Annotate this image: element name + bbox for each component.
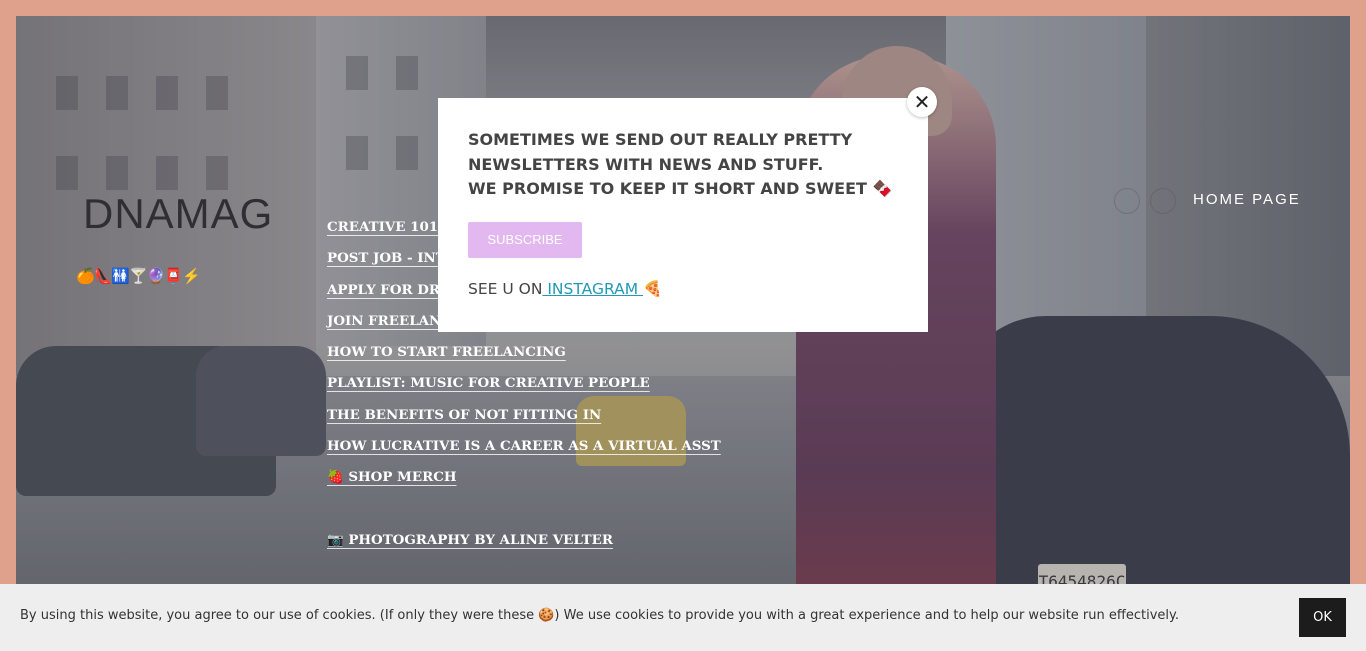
instagram-link[interactable]: INSTAGRAM [542, 280, 643, 298]
prev-arrow-icon[interactable] [1114, 188, 1140, 214]
site-logo[interactable]: DNAMAG [83, 190, 273, 238]
cookie-text: By using this website, you agree to our … [20, 608, 1179, 623]
newsletter-popup: SOMETIMES WE SEND OUT REALLY PRETTY NEWS… [438, 98, 928, 332]
emoji-row: 🍊👠🚻🍸🔮📮⚡ [76, 268, 201, 285]
popup-line-2: NEWSLETTERS WITH NEWS AND STUFF. [468, 154, 824, 174]
subscribe-button[interactable]: SUBSCRIBE [468, 221, 582, 258]
nav-link-virtual-asst[interactable]: HOW LUCRATIVE IS A CAREER AS A VIRTUAL A… [327, 431, 721, 462]
home-page-link[interactable]: HOME PAGE [1193, 191, 1301, 208]
popup-line-3: WE PROMISE TO KEEP IT SHORT AND SWEET 🍫 [468, 179, 893, 198]
nav-link-playlist[interactable]: PLAYLIST: MUSIC FOR CREATIVE PEOPLE [327, 368, 721, 399]
instagram-line: SEE U ON INSTAGRAM 🍕 [468, 280, 898, 298]
nav-link-shop-merch[interactable]: 🍓 SHOP MERCH [327, 462, 721, 493]
next-arrow-icon[interactable] [1150, 188, 1176, 214]
cookie-banner: By using this website, you agree to our … [0, 584, 1366, 651]
nav-link-benefits[interactable]: THE BENEFITS OF NOT FITTING IN [327, 400, 721, 431]
see-u-on-text: SEE U ON [468, 279, 543, 298]
popup-line-1: SOMETIMES WE SEND OUT REALLY PRETTY [468, 130, 853, 149]
cookie-ok-button[interactable]: OK [1299, 598, 1346, 637]
nav-link-how-to-start[interactable]: HOW TO START FREELANCING [327, 337, 721, 368]
popup-heading: SOMETIMES WE SEND OUT REALLY PRETTY NEWS… [468, 128, 898, 202]
nav-link-photography[interactable]: 📷 PHOTOGRAPHY BY ALINE VELTER [327, 525, 721, 556]
pizza-icon: 🍕 [643, 279, 663, 298]
close-icon[interactable]: ✕ [907, 87, 937, 117]
